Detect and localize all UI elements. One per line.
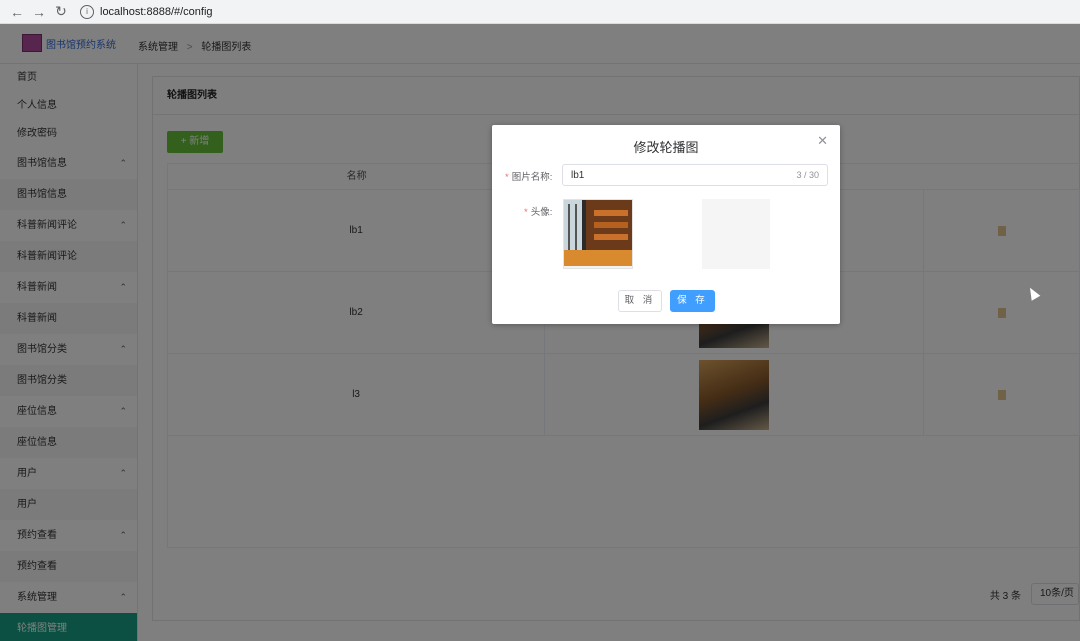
cancel-button[interactable]: 取 消 — [618, 290, 662, 312]
close-icon[interactable]: ✕ — [817, 133, 828, 149]
save-button[interactable]: 保 存 — [670, 290, 715, 312]
library-photo — [564, 200, 632, 268]
image-name-label: * 图片名称: — [505, 169, 552, 183]
url-text: localhost:8888/#/config — [100, 5, 213, 18]
image-label-text: 头像: — [530, 207, 553, 218]
uploaded-image-preview[interactable] — [563, 199, 633, 269]
address-bar[interactable]: i localhost:8888/#/config — [80, 2, 1080, 22]
image-label: * 头像: — [524, 204, 552, 218]
site-info-icon[interactable]: i — [80, 4, 94, 19]
forward-icon[interactable]: → — [28, 1, 50, 23]
browser-toolbar: ← → ↻ i localhost:8888/#/config — [0, 0, 1080, 24]
image-name-input[interactable]: lb1 3 / 30 — [562, 164, 828, 186]
reload-icon[interactable]: ↻ — [50, 1, 72, 23]
dialog-title: 修改轮播图 — [633, 140, 699, 155]
image-name-label-text: 图片名称: — [511, 172, 553, 183]
edit-carousel-dialog: 修改轮播图 ✕ * 图片名称: lb1 3 / 30 * 头像: 取 消 保 存 — [492, 125, 840, 324]
upload-area[interactable] — [702, 199, 770, 269]
image-name-counter: 3 / 30 — [796, 170, 819, 180]
back-icon[interactable]: ← — [6, 1, 28, 23]
modal-overlay[interactable] — [0, 24, 1080, 641]
required-marker: * — [524, 207, 528, 218]
image-name-value: lb1 — [571, 169, 585, 181]
required-marker: * — [505, 172, 509, 183]
